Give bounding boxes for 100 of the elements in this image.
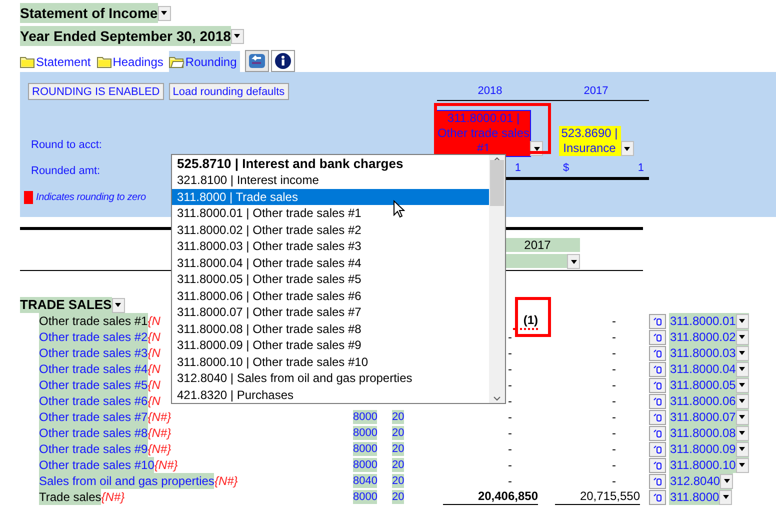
caret-icon — [739, 383, 746, 387]
scrollbar-thumb[interactable] — [490, 160, 504, 206]
section-dropdown-button[interactable] — [112, 298, 125, 312]
account-dropdown-button[interactable] — [736, 378, 749, 392]
dropdown-option[interactable]: 421.8320 | Purchases — [172, 386, 489, 403]
dropdown-option[interactable]: 311.8000.09 | Other trade sales #9 — [172, 337, 489, 354]
amount-cell: - — [612, 330, 616, 344]
code-cell: 8040 — [353, 474, 378, 488]
info-icon — [274, 53, 291, 69]
row-tag: {N#} — [148, 424, 172, 442]
link-button[interactable] — [649, 394, 666, 408]
dropdown-option[interactable]: 311.8000.07 | Other trade sales #7 — [172, 304, 489, 320]
link-button[interactable] — [649, 474, 666, 488]
account-dropdown-button[interactable] — [720, 474, 734, 488]
zero-rounding-swatch — [24, 190, 33, 204]
dropdown-option[interactable]: 525.8710 | Interest and bank charges — [172, 155, 489, 172]
period-dropdown-button[interactable] — [230, 28, 244, 44]
amount-cell: - — [612, 442, 616, 456]
account-dropdown-button[interactable] — [736, 458, 749, 472]
dropdown-option[interactable]: 311.8000.10 | Other trade sales #10 — [172, 354, 489, 370]
row-label[interactable]: Other trade sales #2 — [39, 329, 148, 345]
dropdown-option[interactable]: 321.8100 | Interest income — [172, 172, 489, 188]
currency-symbol: $ — [563, 161, 570, 176]
decimals-cell: 20 — [392, 410, 404, 424]
account-dropdown-button[interactable] — [736, 442, 749, 456]
folder-icon — [20, 56, 35, 68]
caret-icon — [739, 463, 746, 467]
row-label[interactable]: Other trade sales #1 — [39, 313, 148, 329]
rounding-button[interactable]: Load rounding defaults — [168, 83, 289, 100]
period-title: Year Ended September 30, 2018 — [20, 26, 231, 46]
dropdown-option[interactable]: 311.8000.06 | Other trade sales #6 — [172, 288, 489, 304]
year-header: 2018 — [478, 84, 502, 98]
account-dropdown-button[interactable] — [736, 394, 749, 408]
row-label[interactable]: Other trade sales #3 — [39, 345, 148, 361]
round-to-label: Round to acct: — [31, 138, 102, 150]
caret-icon — [739, 367, 746, 371]
dropdown-option[interactable]: 311.8000.04 | Other trade sales #4 — [172, 254, 489, 271]
link-button[interactable] — [649, 442, 666, 456]
row-label[interactable]: Other trade sales #4 — [39, 361, 148, 377]
code-cell: 8000 — [353, 490, 378, 504]
row-label[interactable]: Trade sales — [39, 489, 102, 505]
amount-cell: - — [612, 314, 616, 328]
folder-icon — [169, 56, 184, 68]
account-dropdown-button[interactable] — [620, 141, 634, 156]
amount-cell: - — [612, 362, 616, 376]
row-label[interactable]: Sales from oil and gas properties — [39, 473, 214, 489]
account-dropdown-button[interactable] — [736, 314, 749, 328]
undo-icon — [248, 53, 266, 69]
undo-button[interactable] — [244, 50, 269, 72]
dropdown-option[interactable]: 312.8040 | Sales from oil and gas properties — [172, 370, 489, 386]
row-label[interactable]: Other trade sales #10 — [39, 457, 154, 473]
link-button[interactable] — [649, 490, 666, 504]
info-button[interactable] — [270, 50, 295, 72]
column-dropdown-button[interactable] — [567, 254, 580, 269]
amount-cell: - — [508, 474, 512, 488]
row-tag: {N#} — [148, 440, 172, 458]
row-label[interactable]: Other trade sales #5 — [39, 377, 148, 393]
caret-icon — [161, 11, 168, 15]
account-dropdown-button[interactable] — [736, 426, 749, 440]
amount-cell: - — [612, 474, 616, 488]
link-button[interactable] — [649, 330, 666, 344]
dropdown-option[interactable]: 311.8000.02 | Other trade sales #2 — [172, 222, 489, 238]
code-cell: 8000 — [353, 458, 378, 472]
account-dropdown-button[interactable] — [736, 410, 749, 424]
dropdown-option[interactable]: 311.8000.03 | Other trade sales #3 — [172, 238, 489, 254]
caret-icon — [115, 303, 122, 307]
title-dropdown-button[interactable] — [158, 6, 171, 20]
rounding-button[interactable]: ROUNDING IS ENABLED — [28, 83, 164, 100]
rounded-amount: 1 — [514, 161, 521, 176]
row-label[interactable]: Other trade sales #7 — [39, 409, 148, 425]
highlight-box — [515, 297, 551, 337]
caret-icon — [739, 335, 746, 339]
link-button[interactable] — [649, 346, 666, 360]
link-button[interactable] — [649, 362, 666, 376]
dropdown-option[interactable]: 311.8000.08 | Other trade sales #8 — [172, 320, 489, 337]
account-dropdown-button[interactable] — [736, 362, 749, 376]
row-label[interactable]: Other trade sales #8 — [39, 425, 148, 441]
dropdown-option[interactable]: 311.8000.05 | Other trade sales #5 — [172, 271, 489, 288]
account-select-value[interactable]: 523.8690 | Insurance — [558, 126, 620, 156]
link-button[interactable] — [649, 314, 666, 328]
row-tag: {N#} — [148, 408, 172, 426]
link-button[interactable] — [649, 378, 666, 392]
amount-cell: - — [612, 346, 616, 360]
link-button[interactable] — [649, 458, 666, 472]
section-heading: TRADE SALES — [20, 297, 112, 313]
dropdown-option[interactable]: 311.8000.01 | Other trade sales #1 — [172, 205, 489, 222]
row-label[interactable]: Other trade sales #6 — [39, 393, 148, 409]
row-label[interactable]: Other trade sales #9 — [39, 441, 148, 457]
scroll-down-icon[interactable] — [493, 396, 501, 401]
account-dropdown-button[interactable] — [736, 346, 749, 360]
account-dropdown-button[interactable] — [719, 490, 732, 504]
code-cell: 8000 — [353, 410, 378, 424]
tab[interactable]: Rounding — [169, 51, 240, 72]
scrollbar[interactable] — [489, 155, 505, 403]
row-tag: {N#} — [214, 472, 238, 490]
link-button[interactable] — [649, 410, 666, 424]
dropdown-option[interactable]: 311.8000 | Trade sales — [172, 188, 489, 205]
link-button[interactable] — [649, 426, 666, 440]
decimals-cell: 20 — [392, 474, 404, 488]
account-dropdown-button[interactable] — [736, 330, 749, 344]
